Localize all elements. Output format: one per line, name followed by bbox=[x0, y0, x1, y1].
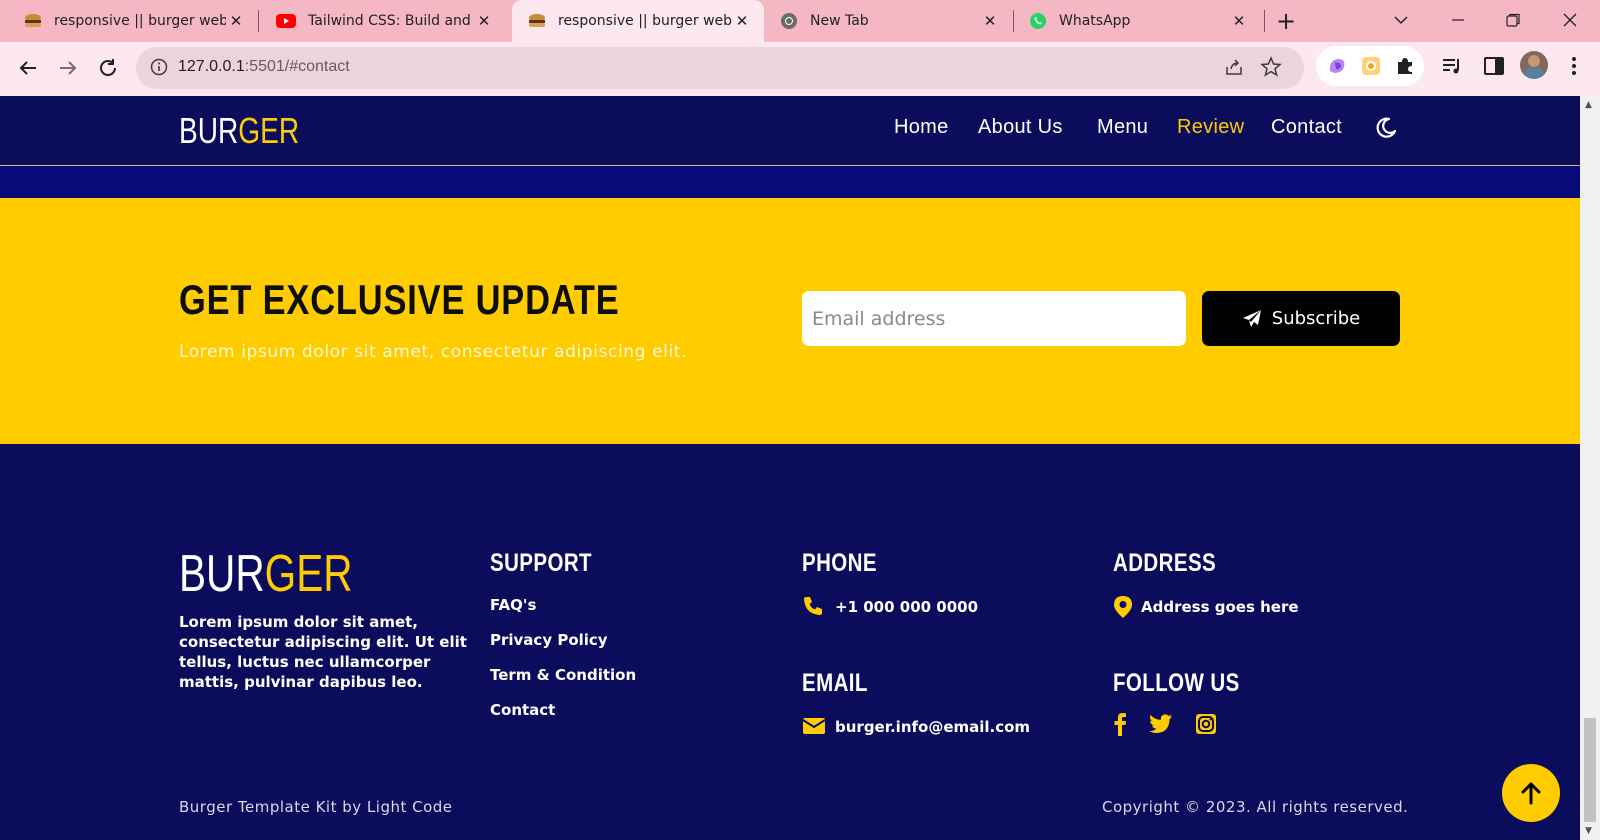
nav-about-us[interactable]: About Us bbox=[978, 116, 1063, 139]
chrome-favicon-icon bbox=[781, 13, 797, 29]
tab-title: Tailwind CSS: Build and Deploy bbox=[308, 13, 474, 29]
subscribe-label: Subscribe bbox=[1271, 308, 1361, 329]
footer-credit: Burger Template Kit by Light Code bbox=[179, 798, 453, 816]
youtube-favicon-icon bbox=[276, 14, 296, 28]
site-footer: BURGER Lorem ipsum dolor sit amet, conse… bbox=[0, 444, 1580, 840]
arrow-up-icon bbox=[1521, 782, 1541, 805]
support-heading: SUPPORT bbox=[490, 549, 592, 577]
phone-heading: PHONE bbox=[802, 549, 877, 577]
browser-tab[interactable]: New Tab ✕ bbox=[764, 0, 1012, 42]
email-heading: EMAIL bbox=[802, 669, 868, 697]
footer-logo[interactable]: BURGER bbox=[179, 544, 353, 604]
footer-about-text: Lorem ipsum dolor sit amet, consectetur … bbox=[179, 613, 467, 691]
close-icon[interactable]: ✕ bbox=[980, 12, 1000, 30]
nav-contact[interactable]: Contact bbox=[1271, 116, 1342, 139]
media-playlist-icon[interactable] bbox=[1440, 54, 1464, 78]
url-path: :5501/#contact bbox=[244, 58, 350, 75]
browser-tab-active[interactable]: responsive || burger website ✕ bbox=[512, 0, 764, 42]
facebook-icon[interactable] bbox=[1113, 712, 1127, 736]
phone-number[interactable]: +1 000 000 0000 bbox=[835, 598, 978, 616]
paper-plane-icon bbox=[1242, 309, 1261, 327]
close-window-icon[interactable] bbox=[1562, 12, 1578, 28]
page-scrollbar[interactable]: ▲ ▼ bbox=[1580, 96, 1600, 840]
newsletter-section: GET EXCLUSIVE UPDATE Lorem ipsum dolor s… bbox=[0, 198, 1580, 444]
kebab-menu-icon[interactable] bbox=[1562, 54, 1586, 78]
subscribe-button[interactable]: Subscribe bbox=[1202, 291, 1400, 346]
nav-home[interactable]: Home bbox=[894, 116, 949, 139]
tab-title: responsive || burger website bbox=[558, 13, 732, 29]
close-icon[interactable]: ✕ bbox=[732, 12, 752, 30]
whatsapp-favicon-icon bbox=[1030, 13, 1046, 29]
burger-favicon-icon bbox=[529, 14, 545, 27]
follow-heading: FOLLOW US bbox=[1113, 669, 1240, 697]
extension-purple-icon[interactable] bbox=[1326, 55, 1348, 77]
avatar-body bbox=[1524, 67, 1544, 79]
browser-tab[interactable]: responsive || burger website ✕ bbox=[0, 0, 258, 42]
footer-copyright: Copyright © 2023. All rights reserved. bbox=[1102, 798, 1409, 816]
restore-icon[interactable] bbox=[1505, 12, 1521, 28]
email-address[interactable]: burger.info@email.com bbox=[835, 718, 1030, 736]
footer-link-contact[interactable]: Contact bbox=[490, 701, 555, 719]
address-heading: ADDRESS bbox=[1113, 549, 1217, 577]
logo-main: BUR bbox=[179, 110, 239, 151]
section-strip bbox=[0, 167, 1580, 198]
share-icon[interactable] bbox=[1224, 57, 1244, 77]
site-header: BURGER Home About Us Menu Review Contact bbox=[0, 96, 1580, 166]
footer-link-privacy[interactable]: Privacy Policy bbox=[490, 631, 608, 649]
url-host: 127.0.0.1 bbox=[178, 58, 245, 75]
newsletter-text: Lorem ipsum dolor sit amet, consectetur … bbox=[179, 342, 688, 362]
back-to-top-button[interactable] bbox=[1502, 764, 1560, 822]
site-logo[interactable]: BURGER bbox=[179, 110, 299, 152]
reload-icon[interactable] bbox=[96, 56, 120, 80]
scrollbar-thumb[interactable] bbox=[1584, 718, 1596, 822]
footer-link-faq[interactable]: FAQ's bbox=[490, 596, 536, 614]
extension-pill bbox=[1316, 46, 1424, 86]
envelope-icon bbox=[802, 718, 826, 734]
footer-link-terms[interactable]: Term & Condition bbox=[490, 666, 636, 684]
browser-tab[interactable]: WhatsApp ✕ bbox=[1013, 0, 1261, 42]
tab-title: New Tab bbox=[810, 13, 869, 29]
instagram-icon[interactable] bbox=[1195, 713, 1217, 735]
url-text: 127.0.0.1:5501/#contact bbox=[178, 58, 350, 76]
close-icon[interactable]: ✕ bbox=[474, 12, 494, 30]
side-panel-icon[interactable] bbox=[1482, 54, 1506, 78]
close-icon[interactable]: ✕ bbox=[226, 12, 246, 30]
email-input[interactable] bbox=[802, 291, 1186, 346]
logo-accent: GER bbox=[264, 545, 353, 603]
extension-orange-icon[interactable] bbox=[1360, 55, 1382, 77]
browser-toolbar: 127.0.0.1:5501/#contact bbox=[0, 42, 1600, 96]
tab-title: responsive || burger website bbox=[54, 13, 226, 29]
tab-search-chevron-icon[interactable] bbox=[1393, 12, 1409, 28]
nav-review[interactable]: Review bbox=[1177, 116, 1244, 139]
address-text: Address goes here bbox=[1141, 598, 1299, 616]
avatar-face bbox=[1528, 55, 1540, 67]
tab-title: WhatsApp bbox=[1059, 13, 1131, 29]
location-pin-icon bbox=[1114, 596, 1132, 618]
minimize-icon[interactable] bbox=[1450, 12, 1466, 28]
close-icon[interactable]: ✕ bbox=[1229, 12, 1249, 30]
burger-favicon-icon bbox=[25, 14, 41, 27]
page-viewport: BURGER Home About Us Menu Review Contact… bbox=[0, 96, 1580, 840]
logo-accent: GER bbox=[238, 110, 300, 151]
back-arrow-icon[interactable] bbox=[16, 56, 40, 80]
forward-arrow-icon[interactable] bbox=[56, 56, 80, 80]
nav-menu[interactable]: Menu bbox=[1097, 116, 1148, 139]
phone-icon bbox=[804, 597, 822, 615]
new-tab-button[interactable]: + bbox=[1276, 7, 1296, 35]
extensions-puzzle-icon[interactable] bbox=[1394, 55, 1416, 77]
site-info-icon[interactable] bbox=[150, 58, 168, 76]
newsletter-title: GET EXCLUSIVE UPDATE bbox=[179, 276, 620, 323]
scroll-up-arrow-icon[interactable]: ▲ bbox=[1585, 100, 1592, 110]
bookmark-star-icon[interactable] bbox=[1260, 56, 1282, 78]
browser-tab[interactable]: Tailwind CSS: Build and Deploy ✕ bbox=[258, 0, 506, 42]
profile-avatar[interactable] bbox=[1520, 51, 1548, 79]
twitter-icon[interactable] bbox=[1149, 714, 1173, 734]
dark-mode-moon-icon[interactable] bbox=[1374, 116, 1398, 140]
logo-main: BUR bbox=[179, 545, 265, 603]
tab-divider bbox=[1264, 10, 1265, 32]
browser-tab-bar: responsive || burger website ✕ Tailwind … bbox=[0, 0, 1600, 42]
address-bar[interactable]: 127.0.0.1:5501/#contact bbox=[136, 47, 1304, 89]
scroll-down-arrow-icon[interactable]: ▼ bbox=[1585, 826, 1592, 836]
